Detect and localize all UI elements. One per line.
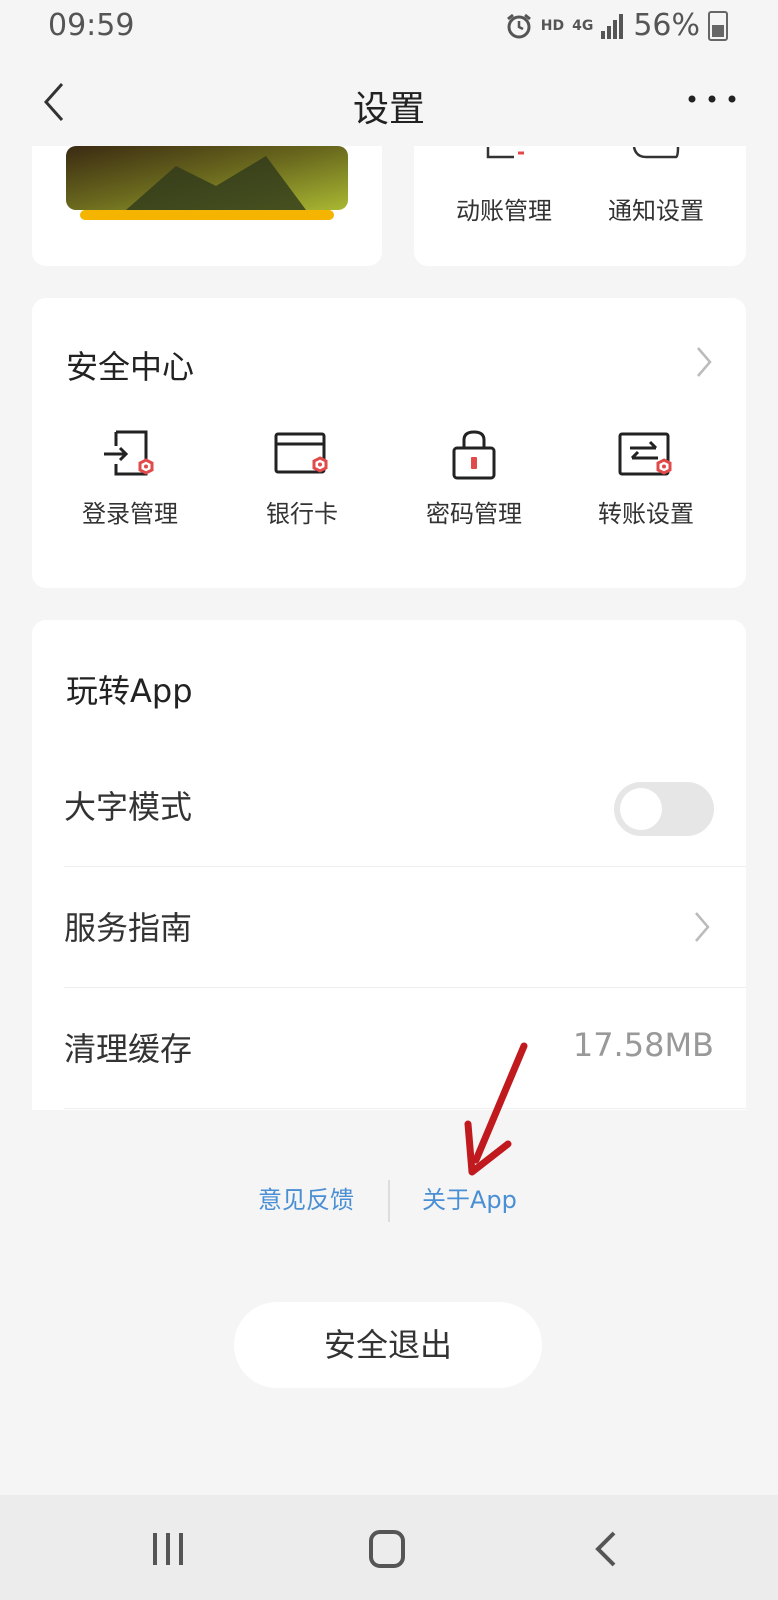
clear-cache-row[interactable]: 清理缓存 17.58MB xyxy=(64,988,746,1109)
large-font-label: 大字模式 xyxy=(64,788,193,826)
chevron-right-icon[interactable] xyxy=(694,344,714,380)
security-center-title: 安全中心 xyxy=(66,348,195,386)
service-guide-row[interactable]: 服务指南 xyxy=(64,867,746,988)
large-font-row: 大字模式 xyxy=(64,746,746,867)
transfer-settings-item[interactable]: 转账设置 xyxy=(566,428,726,529)
status-icons: HD 4G 56% xyxy=(505,8,728,43)
status-time: 09:59 xyxy=(48,8,135,43)
page-title: 设置 xyxy=(352,89,425,130)
more-icon[interactable] xyxy=(682,84,742,114)
login-icon xyxy=(104,430,154,476)
account-change-label: 动账管理 xyxy=(456,197,552,225)
message-icon xyxy=(632,146,680,159)
network-indicator: 4G xyxy=(572,17,594,34)
links-divider xyxy=(388,1180,390,1222)
password-management-label: 密码管理 xyxy=(426,500,522,528)
notification-settings-item[interactable]: 通知设置 xyxy=(586,146,726,226)
feedback-link[interactable]: 意见反馈 xyxy=(258,1180,354,1215)
alarm-icon xyxy=(506,13,531,38)
bank-card-item[interactable]: 银行卡 xyxy=(222,428,382,529)
annotation-arrow xyxy=(464,1042,528,1176)
notification-settings-label: 通知设置 xyxy=(608,197,704,225)
password-management-item[interactable]: 密码管理 xyxy=(394,428,554,529)
login-management-item[interactable]: 登录管理 xyxy=(50,428,210,529)
about-app-link[interactable]: 关于App xyxy=(422,1180,517,1215)
system-nav-bar xyxy=(0,1495,778,1600)
battery-icon xyxy=(708,10,728,41)
login-management-label: 登录管理 xyxy=(82,500,178,528)
back-nav-icon[interactable] xyxy=(594,1529,618,1569)
status-bar: 09:59 HD 4G 56% xyxy=(0,0,778,56)
banner-card[interactable] xyxy=(32,146,382,266)
bank-card-icon xyxy=(274,432,328,474)
recent-apps-icon[interactable] xyxy=(150,1531,186,1567)
bank-card-label: 银行卡 xyxy=(266,500,338,528)
nav-bar: 设置 xyxy=(0,56,778,146)
clear-cache-label: 清理缓存 xyxy=(64,1030,193,1068)
home-icon[interactable] xyxy=(368,1529,406,1569)
large-font-toggle[interactable] xyxy=(614,782,714,836)
chevron-right-icon xyxy=(695,912,710,942)
signal-icon xyxy=(601,13,624,39)
account-change-item[interactable]: 动账管理 xyxy=(434,146,574,226)
transfer-settings-label: 转账设置 xyxy=(598,500,694,528)
hd-indicator: HD xyxy=(540,17,565,34)
account-change-icon xyxy=(486,147,524,159)
lock-icon xyxy=(452,430,496,480)
quick-actions-card: 动账管理 通知设置 xyxy=(414,146,746,266)
service-guide-label: 服务指南 xyxy=(64,909,193,947)
security-center-card: 安全中心 登录管理 银行卡 密码管理 转账设置 xyxy=(32,298,746,588)
transfer-icon xyxy=(618,432,672,476)
logout-button[interactable]: 安全退出 xyxy=(234,1302,542,1388)
battery-percent: 56% xyxy=(633,8,700,43)
toggle-knob xyxy=(620,788,662,830)
play-app-title: 玩转App xyxy=(66,672,193,710)
banner-image xyxy=(66,146,348,220)
cache-size: 17.58MB xyxy=(572,1026,714,1064)
